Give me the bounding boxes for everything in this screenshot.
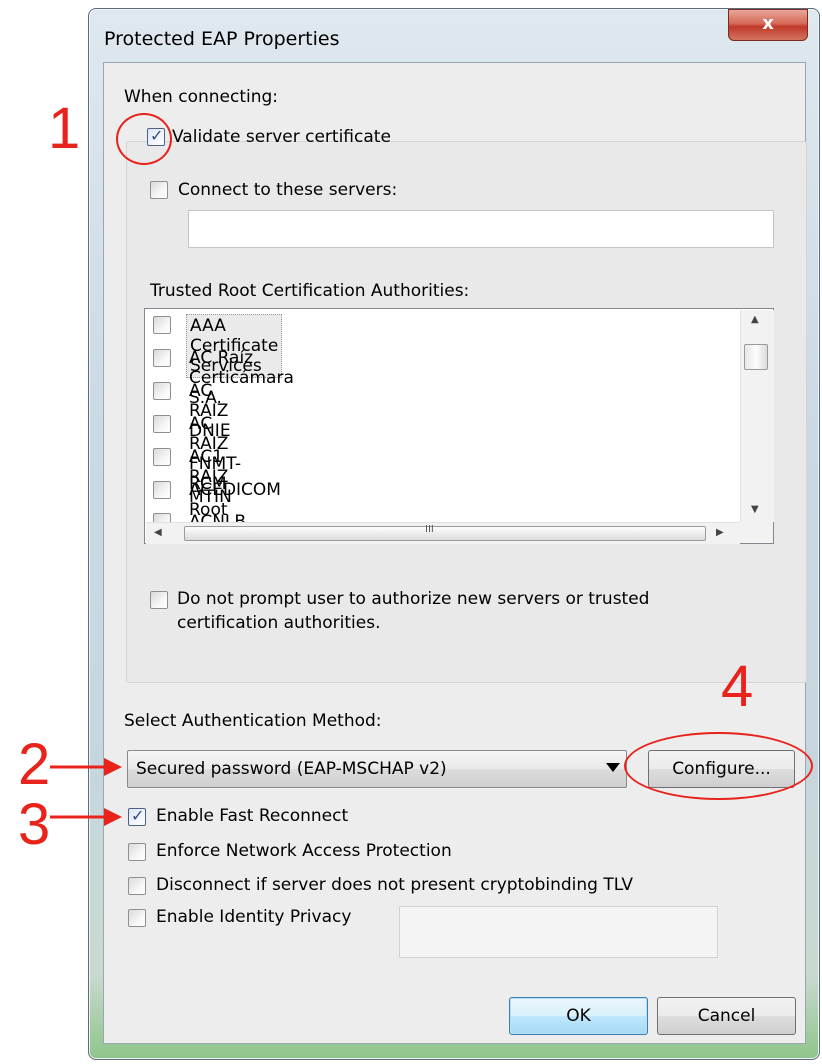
- arrow-2-head: [104, 758, 122, 776]
- arrow-3-head: [104, 808, 122, 826]
- annotation-arrows: [50, 758, 122, 826]
